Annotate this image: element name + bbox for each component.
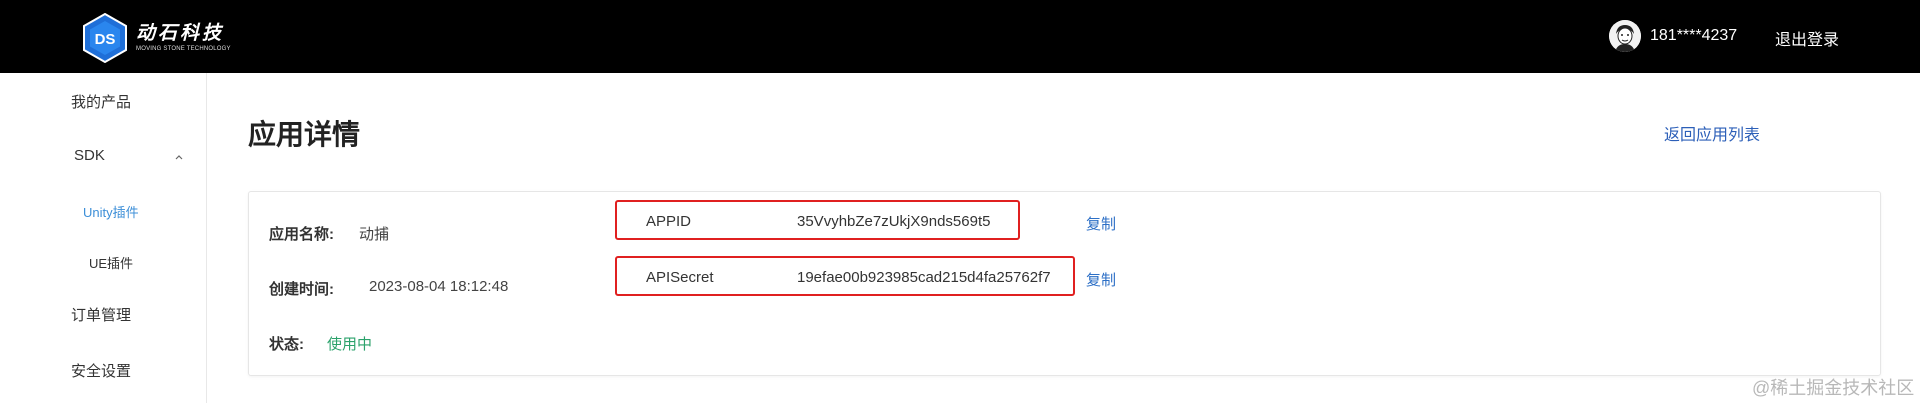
copy-appid-button[interactable]: 复制 — [1086, 213, 1116, 234]
sidebar: 我的产品 SDK Unity插件 UE插件 订单管理 安全设置 — [0, 73, 207, 403]
app-name-value: 动捕 — [359, 226, 390, 243]
logout-button[interactable]: 退出登录 — [1775, 26, 1839, 50]
appid-label: APPID — [646, 213, 692, 230]
apisecret-label: APISecret — [646, 269, 714, 286]
chevron-up-icon[interactable] — [175, 153, 183, 161]
user-info[interactable]: 181****4237 — [1609, 20, 1737, 52]
avatar[interactable] — [1609, 20, 1641, 52]
status-label: 状态: — [269, 336, 304, 353]
sidebar-item-unity-plugin[interactable]: Unity插件 — [83, 202, 139, 221]
top-bar: DS 动石科技 MOVING STONE TECHNOLOGY 181****4… — [0, 0, 1920, 73]
logo-icon: DS — [83, 13, 127, 63]
svg-text:DS: DS — [95, 31, 116, 48]
apisecret-value: 19efae00b923985cad215d4fa25762f7 — [797, 269, 1051, 286]
sidebar-item-orders[interactable]: 订单管理 — [71, 304, 131, 325]
sidebar-item-sdk[interactable]: SDK — [74, 147, 105, 164]
sidebar-item-my-products[interactable]: 我的产品 — [71, 91, 131, 112]
created-time-label: 创建时间: — [269, 281, 334, 298]
user-phone: 181****4237 — [1650, 27, 1738, 44]
brand-name: 动石科技 — [136, 23, 225, 44]
copy-apisecret-button[interactable]: 复制 — [1086, 269, 1116, 290]
created-time-value: 2023-08-04 18:12:48 — [369, 278, 509, 295]
watermark: @稀土掘金技术社区 — [1752, 378, 1915, 398]
sidebar-item-security[interactable]: 安全设置 — [71, 360, 131, 381]
sidebar-item-ue-plugin[interactable]: UE插件 — [89, 253, 133, 272]
app-name-label: 应用名称: — [269, 226, 334, 243]
status-badge: 使用中 — [327, 336, 373, 353]
appid-value: 35VvyhbZe7zUkjX9nds569t5 — [797, 213, 991, 230]
back-to-app-list-link[interactable]: 返回应用列表 — [1664, 121, 1760, 145]
user-avatar-icon — [1609, 20, 1641, 52]
brand-subtitle: MOVING STONE TECHNOLOGY — [136, 46, 231, 52]
brand-logo[interactable]: DS 动石科技 MOVING STONE TECHNOLOGY — [82, 13, 231, 63]
page-title: 应用详情 — [248, 119, 361, 150]
